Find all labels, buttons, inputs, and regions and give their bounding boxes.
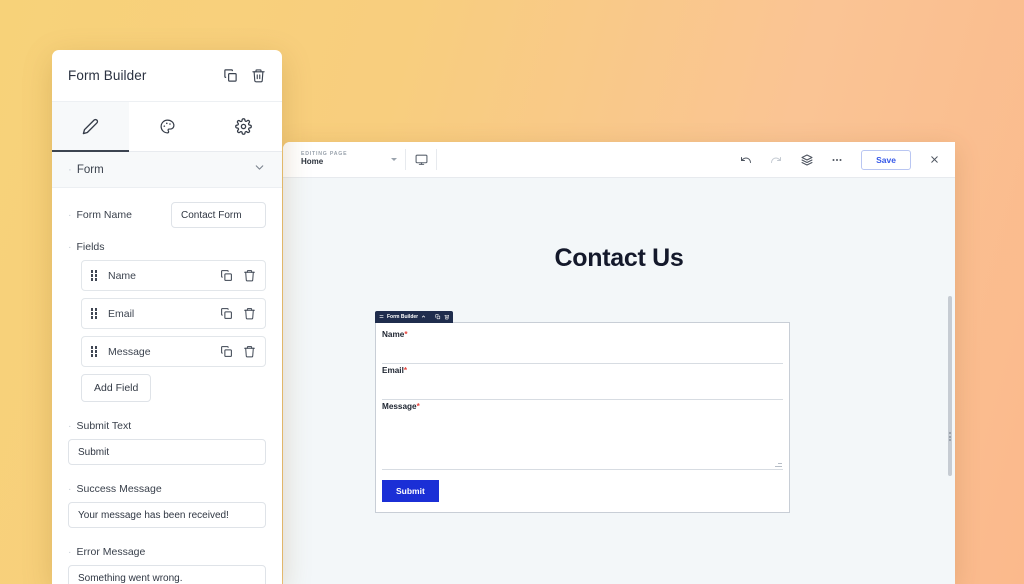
form-name-row: Form Name: [68, 202, 266, 228]
trash-icon[interactable]: [243, 307, 256, 320]
layers-icon: [801, 154, 813, 166]
section-form-header[interactable]: Form: [52, 152, 282, 188]
error-message-label: Error Message: [68, 546, 266, 558]
toolbar-left-group: EDITING PAGE Home: [283, 142, 405, 177]
desktop-icon: [415, 153, 428, 166]
duplicate-icon[interactable]: [223, 68, 238, 83]
drag-handle-icon[interactable]: [91, 346, 98, 357]
duplicate-icon[interactable]: [220, 307, 233, 320]
form-field-label: Name*: [382, 330, 408, 339]
required-marker: *: [403, 366, 408, 375]
form-submit-button[interactable]: Submit: [382, 480, 439, 502]
chevron-down-icon: [391, 158, 398, 161]
drag-handle-icon[interactable]: [91, 270, 98, 281]
duplicate-icon[interactable]: [220, 345, 233, 358]
toolbar-right-group: Save: [731, 142, 955, 177]
form-widget[interactable]: Form Builder Name* Email* Message* Submi…: [375, 311, 790, 513]
editor-canvas[interactable]: Contact Us Form Builder Name* Email* Mes…: [283, 178, 955, 584]
form-field-email: Email*: [382, 366, 783, 400]
add-field-button[interactable]: Add Field: [81, 374, 152, 402]
name-input[interactable]: [382, 343, 783, 364]
current-page-name: Home: [301, 157, 324, 167]
field-item-actions: [220, 307, 256, 320]
chevron-down-icon[interactable]: [253, 161, 266, 179]
field-item-label: Email: [108, 307, 135, 320]
panel-tabs: [52, 102, 282, 152]
required-marker: *: [404, 330, 408, 339]
list-item[interactable]: Message: [81, 336, 266, 367]
error-message-input[interactable]: [68, 565, 266, 584]
pencil-icon: [82, 118, 99, 135]
form-field-message: Message*: [382, 402, 783, 470]
section-title: Form: [68, 164, 253, 176]
form-field-label: Email*: [382, 366, 408, 375]
move-icon[interactable]: [379, 314, 384, 319]
field-item-label: Message: [108, 345, 151, 358]
email-input[interactable]: [382, 379, 783, 400]
form-name-input[interactable]: [171, 202, 266, 228]
submit-text-group: Submit Text: [68, 420, 266, 465]
submit-text-label: Submit Text: [68, 420, 266, 432]
page-selector[interactable]: EDITING PAGE Home: [301, 142, 405, 178]
panel-header: Form Builder: [52, 50, 282, 102]
form-preview: Name* Email* Message* Submit: [375, 322, 790, 513]
submit-text-input[interactable]: [68, 439, 266, 465]
field-item-actions: [220, 345, 256, 358]
resize-handle-icon[interactable]: [775, 460, 782, 467]
undo-icon: [740, 154, 752, 166]
page-selector-labels: EDITING PAGE Home: [301, 151, 347, 168]
duplicate-icon[interactable]: [220, 269, 233, 282]
close-icon: [929, 154, 940, 165]
success-message-label: Success Message: [68, 483, 266, 495]
palette-icon: [159, 118, 176, 135]
widget-toolbar-label: Form Builder: [387, 313, 419, 320]
save-button[interactable]: Save: [861, 149, 911, 170]
site-editor-window: EDITING PAGE Home Save Contact Us Form B…: [283, 142, 955, 584]
error-message-group: Error Message: [68, 546, 266, 584]
trash-icon[interactable]: [243, 269, 256, 282]
canvas-resize-handle[interactable]: [948, 432, 953, 442]
success-message-group: Success Message: [68, 483, 266, 528]
more-options-button[interactable]: [822, 154, 852, 166]
message-textarea[interactable]: [382, 415, 783, 470]
chevron-up-icon[interactable]: [421, 314, 426, 319]
device-preview-button[interactable]: [406, 142, 436, 177]
form-name-label: Form Name: [68, 209, 132, 221]
required-marker: *: [416, 402, 420, 411]
list-item[interactable]: Name: [81, 260, 266, 291]
widget-toolbar[interactable]: Form Builder: [375, 311, 454, 323]
trash-icon[interactable]: [444, 314, 450, 320]
trash-icon[interactable]: [243, 345, 256, 358]
panel-header-actions: [223, 68, 266, 83]
canvas-scrollbar[interactable]: [948, 296, 952, 476]
success-message-input[interactable]: [68, 502, 266, 528]
form-field-name: Name*: [382, 330, 783, 364]
page-heading: Contact Us: [554, 244, 684, 272]
fields-label: Fields: [68, 241, 266, 253]
panel-body: Form Name Fields Name Email: [52, 188, 282, 584]
fields-list: Name Email Message: [68, 260, 266, 367]
field-item-actions: [220, 269, 256, 282]
tab-settings[interactable]: [205, 102, 282, 151]
drag-handle-icon[interactable]: [91, 308, 98, 319]
editor-toolbar: EDITING PAGE Home Save: [283, 142, 955, 178]
redo-icon: [770, 154, 782, 166]
form-builder-panel: Form Builder · Form · Form Name Contact …: [52, 50, 282, 584]
gear-icon: [235, 118, 253, 135]
trash-icon[interactable]: [251, 68, 266, 83]
form-field-label: Message*: [382, 402, 420, 411]
panel-title: Form Builder: [68, 68, 147, 83]
duplicate-icon[interactable]: [435, 314, 441, 320]
redo-button[interactable]: [761, 154, 791, 166]
more-horizontal-icon: [831, 154, 843, 166]
list-item[interactable]: Email: [81, 298, 266, 329]
close-editor-button[interactable]: [919, 154, 949, 165]
tab-design[interactable]: [128, 102, 206, 151]
undo-button[interactable]: [731, 154, 761, 166]
tab-content[interactable]: [52, 102, 129, 152]
field-item-label: Name: [108, 269, 137, 282]
layers-button[interactable]: [792, 154, 822, 166]
